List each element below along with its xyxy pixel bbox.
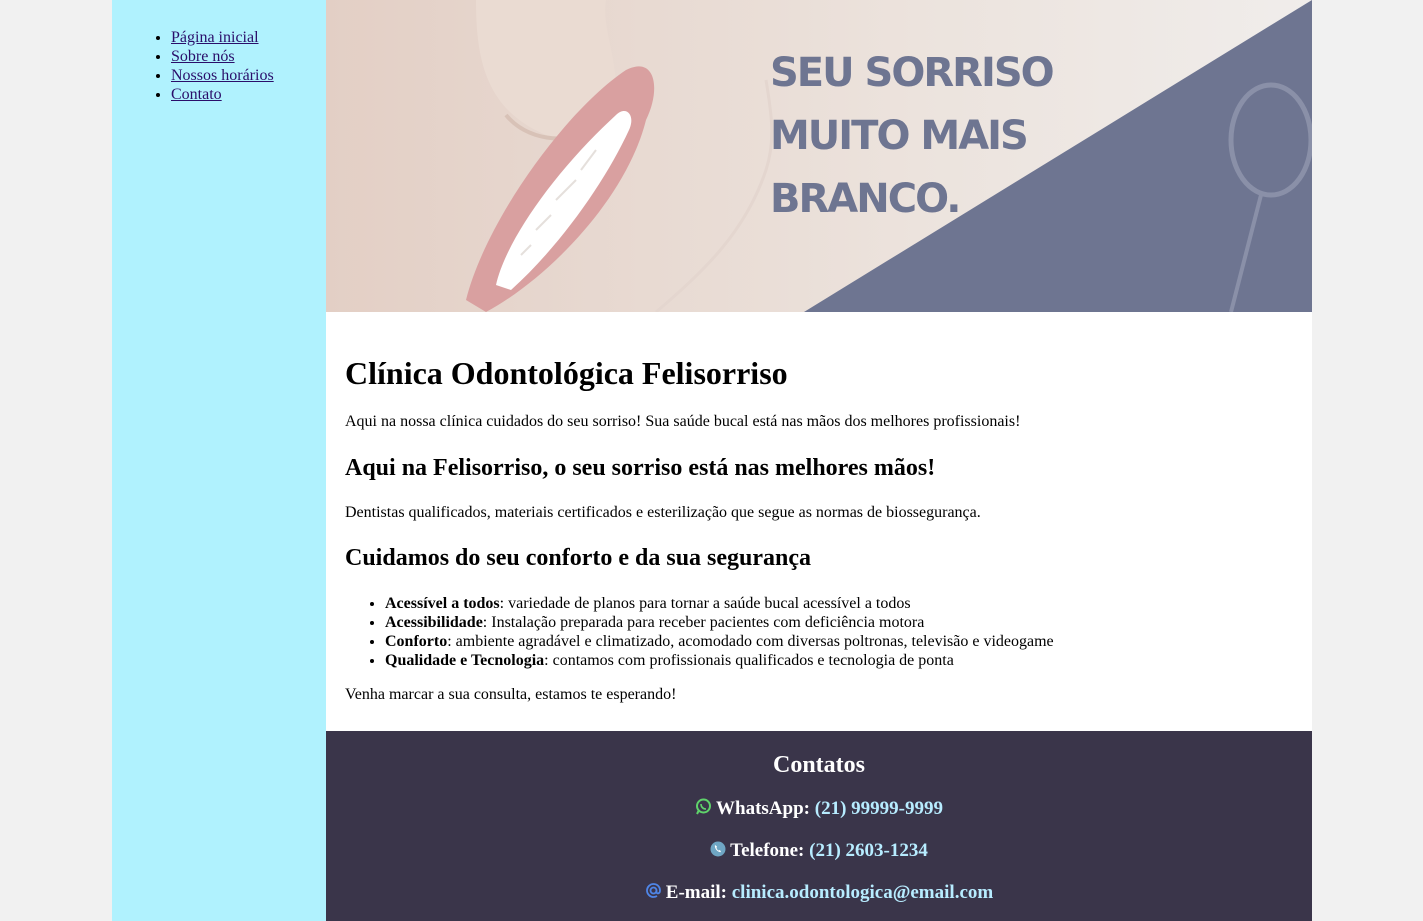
phone-label: Telefone: [730,840,805,861]
feature-text: : contamos com profissionais qualificado… [544,652,954,669]
banner-text: SEU SORRISO MUITO MAIS BRANCO. [770,42,1055,231]
whatsapp-icon [695,798,712,821]
closing-text: Venha marcar a sua consulta, estamos te … [345,686,677,703]
nav-link-home[interactable]: Página inicial [171,29,259,46]
email-label: E-mail: [665,882,727,903]
feature-title: Acessível a todos [385,595,500,612]
whatsapp-label: WhatsApp: [716,798,810,819]
nav-link-about[interactable]: Sobre nós [171,48,235,65]
email-row: E-mail: clinica.odontologica@email.com [326,882,1312,905]
feature-item: Conforto: ambiente agradável e climatiza… [385,632,1293,651]
email-address[interactable]: clinica.odontologica@email.com [732,882,993,903]
section-heading-comfort: Cuidamos do seu conforto e da sua segura… [345,545,812,571]
nav-list: Página inicial Sobre nós Nossos horários… [112,28,326,104]
features-list: Acessível a todos: variedade de planos p… [345,594,1293,670]
feature-item: Acessibilidade: Instalação preparada par… [385,613,1293,632]
nav-item-contact: Contato [171,85,326,104]
section-heading-hands: Aqui na Felisorriso, o seu sorriso está … [345,455,936,481]
banner-line-2: MUITO MAIS [770,113,1029,159]
banner-line-1: SEU SORRISO [770,50,1055,96]
feature-title: Qualidade e Tecnologia [385,652,545,669]
nav-item-about: Sobre nós [171,47,326,66]
feature-item: Qualidade e Tecnologia: contamos com pro… [385,651,1293,670]
content: Clínica Odontológica Felisorriso Aqui na… [326,356,1312,704]
feature-title: Acessibilidade [385,614,483,631]
nav-link-hours[interactable]: Nossos horários [171,67,274,84]
feature-text: : Instalação preparada para receber paci… [482,614,925,631]
contacts-footer: Contatos WhatsApp: (21) 99999-9999 Telef… [326,731,1312,921]
feature-text: : variedade de planos para tornar a saúd… [499,595,911,612]
feature-item: Acessível a todos: variedade de planos p… [385,594,1293,613]
feature-text: : ambiente agradável e climatizado, acom… [447,633,1054,650]
nav-item-home: Página inicial [171,28,326,47]
qualifications-text: Dentistas qualificados, materiais certif… [345,504,981,521]
intro-text: Aqui na nossa clínica cuidados do seu so… [345,413,1021,430]
hero-banner: SEU SORRISO MUITO MAIS BRANCO. [326,0,1312,312]
page: Página inicial Sobre nós Nossos horários… [112,0,1312,921]
main-area: SEU SORRISO MUITO MAIS BRANCO. Clínica O… [326,0,1312,921]
contacts-title: Contatos [772,752,865,778]
whatsapp-row: WhatsApp: (21) 99999-9999 [326,798,1312,821]
whatsapp-number[interactable]: (21) 99999-9999 [815,798,943,819]
banner-line-3: BRANCO. [770,176,961,222]
phone-row: Telefone: (21) 2603-1234 [326,840,1312,863]
sidebar: Página inicial Sobre nós Nossos horários… [112,0,326,921]
feature-title: Conforto [385,633,448,650]
email-icon [645,882,662,905]
nav-item-hours: Nossos horários [171,66,326,85]
nav-link-contact[interactable]: Contato [171,86,222,103]
phone-icon [710,841,726,863]
phone-number[interactable]: (21) 2603-1234 [809,840,928,861]
page-title: Clínica Odontológica Felisorriso [345,355,788,391]
